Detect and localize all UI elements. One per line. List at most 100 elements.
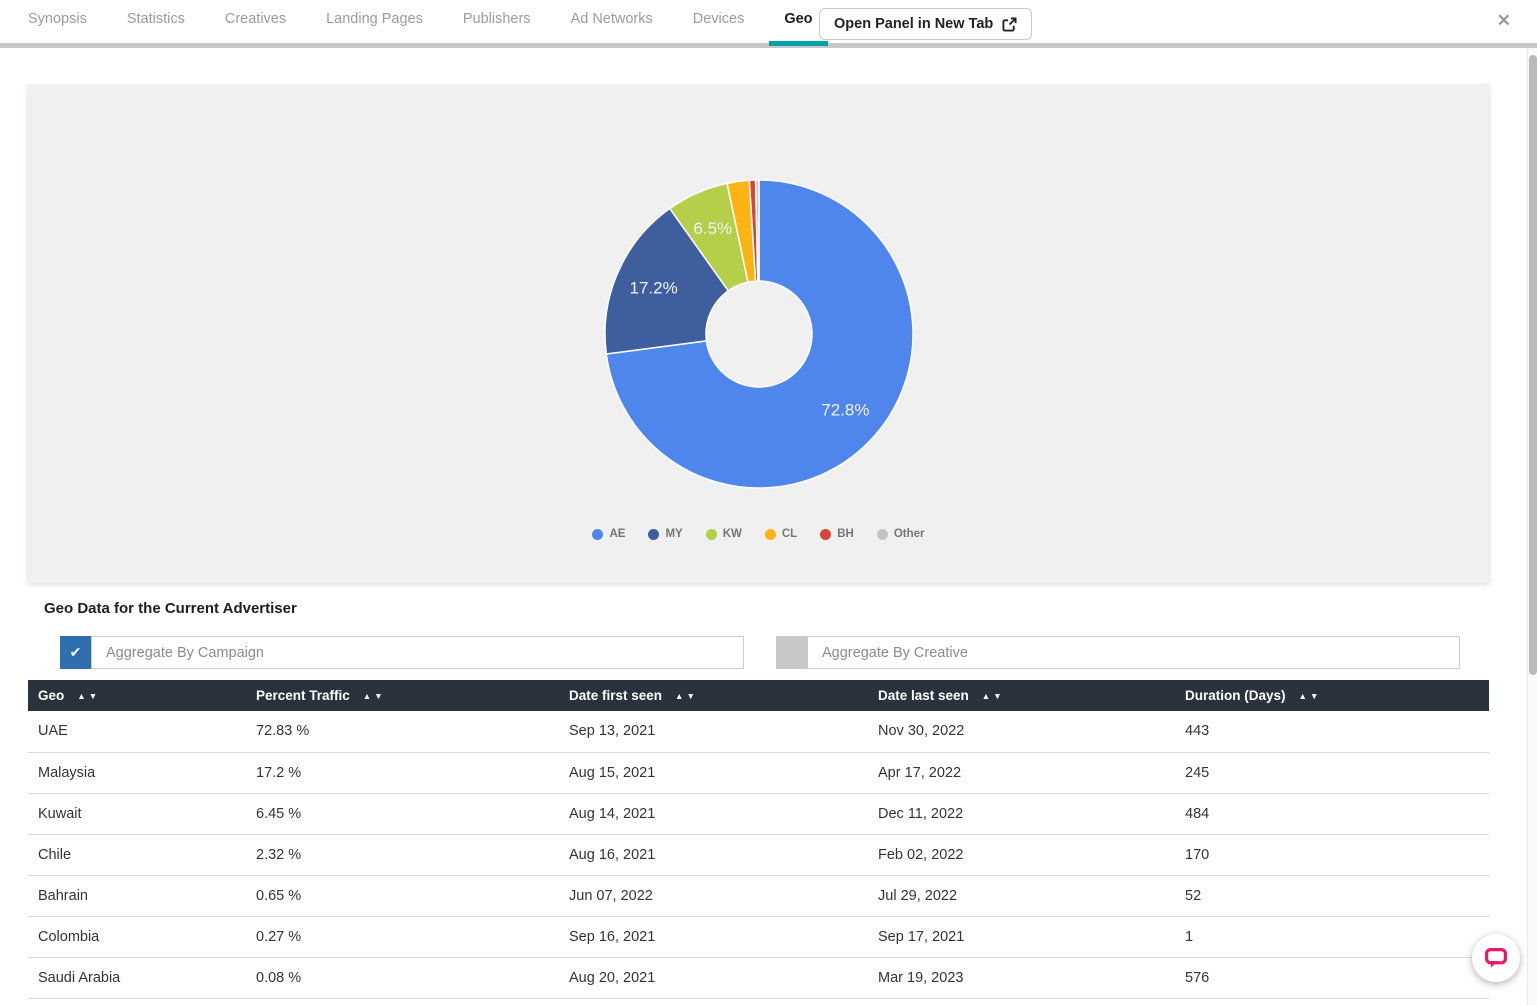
column-header-geo[interactable]: Geo▲▼ [28, 680, 246, 711]
tab-bar: Synopsis Statistics Creatives Landing Pa… [28, 0, 813, 43]
open-panel-button-label: Open Panel in New Tab [834, 16, 993, 32]
pie-slice-label: 17.2% [629, 279, 677, 298]
tab-synopsis[interactable]: Synopsis [28, 0, 87, 46]
column-header-date-first-seen[interactable]: Date first seen ▲▼ [559, 680, 868, 711]
legend-item-cl: CL [765, 528, 797, 540]
sort-icons[interactable]: ▲▼ [77, 691, 100, 701]
cell-percent: 2.32 % [246, 834, 559, 875]
cell-duration: 576 [1175, 957, 1489, 998]
sort-icons[interactable]: ▲▼ [982, 691, 1005, 701]
tab-devices[interactable]: Devices [693, 0, 745, 46]
legend-label: MY [665, 528, 682, 540]
close-icon[interactable]: ✕ [1497, 12, 1511, 29]
sort-desc-icon[interactable]: ▼ [686, 691, 697, 701]
cell-percent: 17.2 % [246, 752, 559, 793]
external-link-icon [1002, 17, 1017, 32]
sort-desc-icon[interactable]: ▼ [993, 691, 1004, 701]
tab-label: Statistics [127, 11, 185, 27]
aggregate-controls: ✔ Aggregate By Campaign Aggregate By Cre… [60, 636, 1460, 669]
column-header-date-last-seen[interactable]: Date last seen ▲▼ [868, 680, 1175, 711]
sort-asc-icon[interactable]: ▲ [982, 691, 993, 701]
sort-icons[interactable]: ▲▼ [363, 691, 386, 701]
table-row: Colombia 0.27 % Sep 16, 2021 Sep 17, 202… [28, 916, 1489, 957]
tab-publishers[interactable]: Publishers [463, 0, 531, 46]
legend-item-other: Other [877, 528, 925, 540]
sort-asc-icon[interactable]: ▲ [363, 691, 374, 701]
vertical-scrollbar[interactable] [1527, 48, 1537, 1005]
legend-item-bh: BH [820, 528, 854, 540]
sort-desc-icon[interactable]: ▼ [89, 691, 100, 701]
sort-icons[interactable]: ▲▼ [675, 691, 698, 701]
cell-last-seen: Apr 17, 2022 [868, 752, 1175, 793]
tab-geo[interactable]: Geo [784, 0, 812, 46]
tab-label: Devices [693, 11, 745, 27]
legend-label: BH [837, 528, 854, 540]
panel-top-nav: Synopsis Statistics Creatives Landing Pa… [0, 0, 1537, 48]
sort-asc-icon[interactable]: ▲ [77, 691, 88, 701]
cell-geo: Bahrain [28, 875, 246, 916]
aggregate-by-campaign-checkbox[interactable]: ✔ [60, 636, 91, 669]
geo-data-table: Geo▲▼ Percent Traffic▲▼ Date first seen▲… [28, 680, 1489, 999]
sort-desc-icon[interactable]: ▼ [1310, 691, 1321, 701]
cell-percent: 0.08 % [246, 957, 559, 998]
cell-first-seen: Sep 16, 2021 [559, 916, 868, 957]
aggregate-by-campaign-control[interactable]: ✔ Aggregate By Campaign [60, 636, 744, 669]
cell-geo: Colombia [28, 916, 246, 957]
cell-duration: 443 [1175, 711, 1489, 752]
cell-first-seen: Jun 07, 2022 [559, 875, 868, 916]
tab-creatives[interactable]: Creatives [225, 0, 286, 46]
legend-dot-icon [765, 529, 776, 540]
cell-percent: 0.65 % [246, 875, 559, 916]
tab-label: Geo [784, 11, 812, 27]
cell-percent: 6.45 % [246, 793, 559, 834]
legend-dot-icon [877, 529, 888, 540]
legend-dot-icon [648, 529, 659, 540]
cell-last-seen: Jul 29, 2022 [868, 875, 1175, 916]
aggregate-by-creative-label-box[interactable]: Aggregate By Creative [807, 636, 1460, 669]
sort-asc-icon[interactable]: ▲ [1299, 691, 1310, 701]
column-header-percent-traffic[interactable]: Percent Traffic ▲▼ [246, 680, 559, 711]
geo-data-section-title: Geo Data for the Current Advertiser [44, 600, 297, 617]
table-row: Saudi Arabia 0.08 % Aug 20, 2021 Mar 19,… [28, 957, 1489, 998]
scrollbar-thumb[interactable] [1529, 55, 1537, 675]
legend-label: AE [609, 528, 625, 540]
tab-ad-networks[interactable]: Ad Networks [571, 0, 653, 46]
aggregate-by-campaign-label: Aggregate By Campaign [106, 645, 264, 661]
cell-geo: Saudi Arabia [28, 957, 246, 998]
legend-item-my: MY [648, 528, 682, 540]
sort-desc-icon[interactable]: ▼ [374, 691, 385, 701]
cell-geo: Malaysia [28, 752, 246, 793]
legend-item-ae: AE [592, 528, 625, 540]
table-row: Chile 2.32 % Aug 16, 2021 Feb 02, 2022 1… [28, 834, 1489, 875]
column-label: Date last seen [878, 688, 969, 703]
legend-item-kw: KW [706, 528, 742, 540]
tab-label: Publishers [463, 11, 531, 27]
cell-first-seen: Sep 13, 2021 [559, 711, 868, 752]
sort-asc-icon[interactable]: ▲ [675, 691, 686, 701]
aggregate-by-creative-checkbox[interactable] [776, 636, 807, 669]
cell-geo: UAE [28, 711, 246, 752]
sort-icons[interactable]: ▲▼ [1299, 691, 1322, 701]
geo-chart-panel: 72.8%17.2%6.5% AE MY KW CL BH Other [28, 85, 1489, 583]
column-header-duration-days[interactable]: Duration (Days) ▲▼ [1175, 680, 1489, 711]
column-label: Duration (Days) [1185, 688, 1286, 703]
table-row: UAE 72.83 % Sep 13, 2021 Nov 30, 2022 44… [28, 711, 1489, 752]
legend-dot-icon [706, 529, 717, 540]
table-row: Bahrain 0.65 % Jun 07, 2022 Jul 29, 2022… [28, 875, 1489, 916]
column-label: Percent Traffic [256, 688, 350, 703]
cell-last-seen: Nov 30, 2022 [868, 711, 1175, 752]
tab-statistics[interactable]: Statistics [127, 0, 185, 46]
cell-first-seen: Aug 16, 2021 [559, 834, 868, 875]
column-label: Date first seen [569, 688, 662, 703]
open-panel-new-tab-button[interactable]: Open Panel in New Tab [819, 8, 1032, 40]
aggregate-by-creative-control[interactable]: Aggregate By Creative [776, 636, 1460, 669]
cell-duration: 1 [1175, 916, 1489, 957]
cell-geo: Chile [28, 834, 246, 875]
table-row: Malaysia 17.2 % Aug 15, 2021 Apr 17, 202… [28, 752, 1489, 793]
checkmark-icon: ✔ [70, 644, 82, 661]
live-chat-button[interactable] [1472, 934, 1520, 982]
aggregate-by-campaign-label-box[interactable]: Aggregate By Campaign [91, 636, 744, 669]
cell-geo: Kuwait [28, 793, 246, 834]
tab-landing-pages[interactable]: Landing Pages [326, 0, 423, 46]
cell-last-seen: Sep 17, 2021 [868, 916, 1175, 957]
